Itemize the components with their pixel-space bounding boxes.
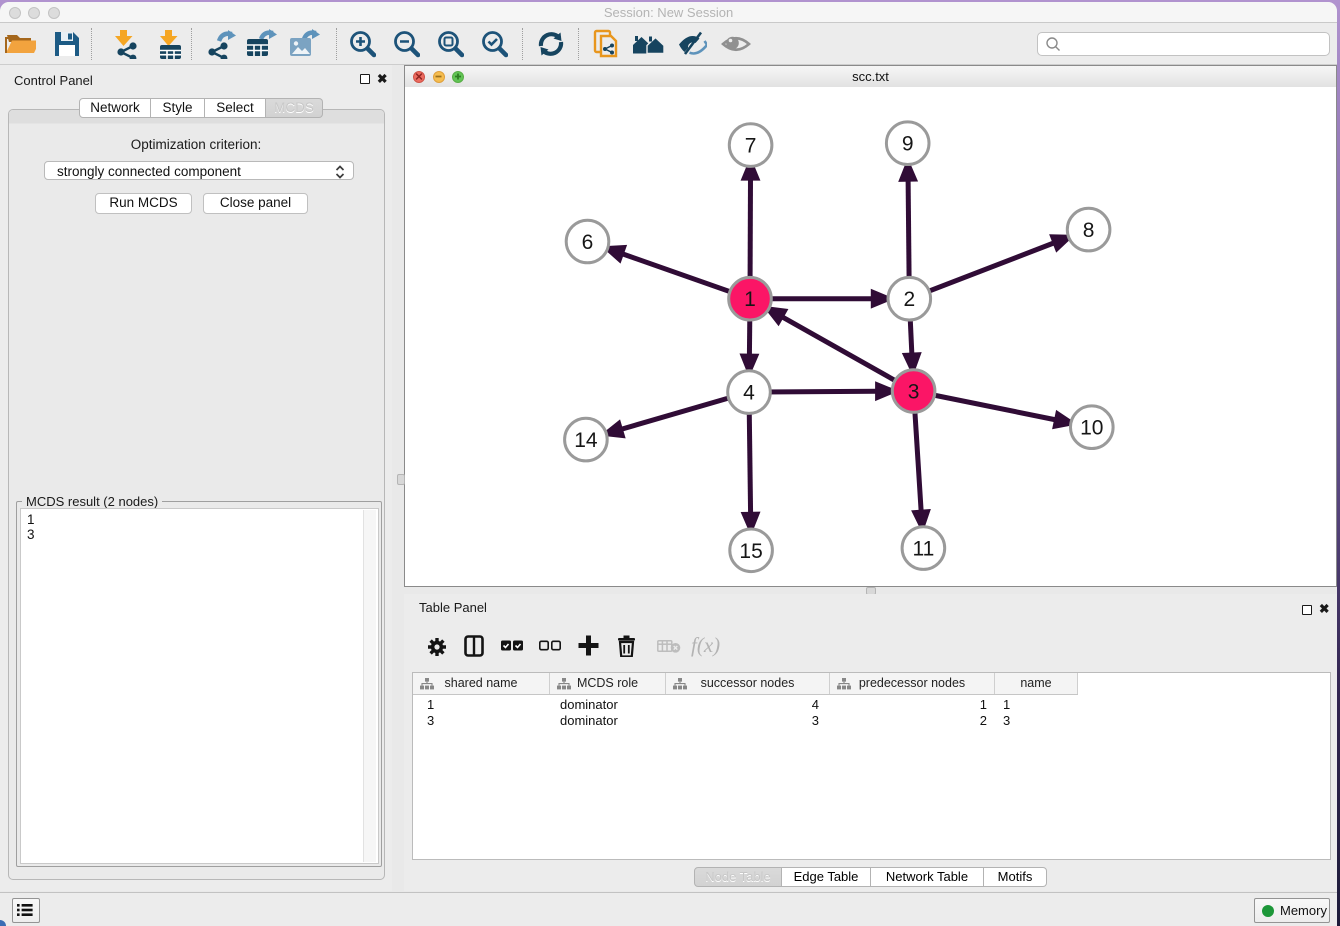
svg-text:6: 6 <box>582 231 594 254</box>
svg-text:7: 7 <box>745 135 757 158</box>
svg-text:11: 11 <box>912 538 934 561</box>
svg-text:1: 1 <box>744 288 756 311</box>
svg-text:9: 9 <box>902 133 914 156</box>
svg-text:10: 10 <box>1080 417 1103 440</box>
svg-text:4: 4 <box>743 382 755 405</box>
svg-text:15: 15 <box>739 540 762 563</box>
svg-text:14: 14 <box>574 429 598 452</box>
svg-text:2: 2 <box>903 288 915 311</box>
svg-text:3: 3 <box>908 381 920 404</box>
svg-text:8: 8 <box>1083 219 1095 242</box>
